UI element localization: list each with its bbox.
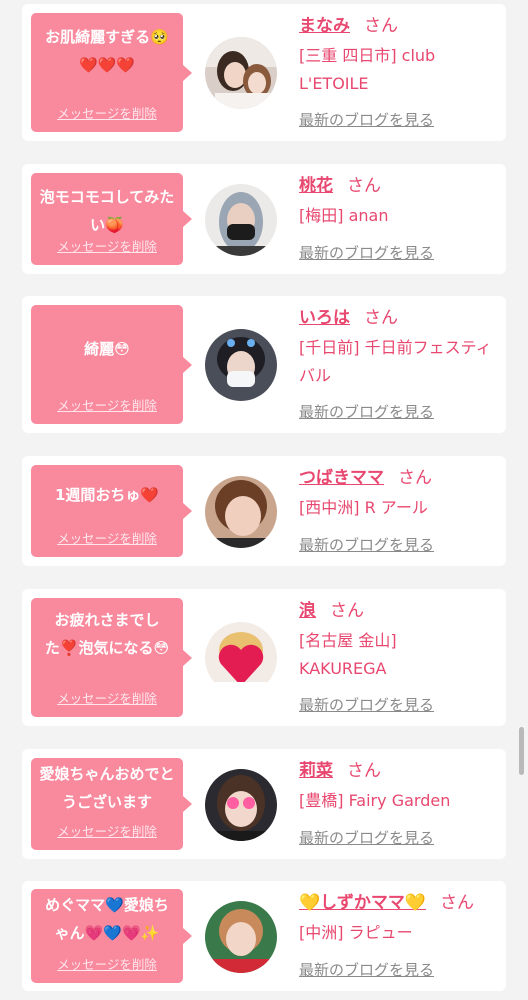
message-bubble: お肌綺麗すぎる🥺❤️❤️❤️ メッセージを削除: [31, 13, 192, 132]
message-card: お肌綺麗すぎる🥺❤️❤️❤️ メッセージを削除 まなみ さん [三重 四日市] c…: [22, 4, 506, 141]
message-text: 1週間おちゅ❤️: [54, 486, 160, 504]
woman-photo-avatar[interactable]: [205, 901, 277, 973]
honorific: さん: [364, 308, 398, 328]
message-card: 泡モコモコしてみたい🍑 メッセージを削除 桃花 さん [梅田] anan 最新のブ…: [22, 164, 506, 274]
message-bubble: 愛娘ちゃんおめでとうございます メッセージを削除: [31, 758, 192, 850]
delete-message-link[interactable]: メッセージを削除: [31, 395, 183, 414]
latest-blog-link[interactable]: 最新のブログを見る: [299, 242, 434, 263]
message-card: 愛娘ちゃんおめでとうございます メッセージを削除 莉菜 さん [豊橋] Fairy…: [22, 749, 506, 859]
shop-info: [梅田] anan: [299, 206, 389, 225]
message-bubble: お疲れさまでした❣️泡気になる😳 メッセージを削除: [31, 598, 192, 717]
cast-name-link[interactable]: つばきママ: [299, 468, 384, 488]
latest-blog-link[interactable]: 最新のブログを見る: [299, 534, 434, 555]
shop-info: [豊橋] Fairy Garden: [299, 791, 451, 810]
shop-info: [中洲] ラピュー: [299, 923, 413, 942]
honorific: さん: [347, 176, 381, 196]
masked-woman-avatar[interactable]: [205, 329, 277, 401]
cast-name-link[interactable]: いろは: [299, 308, 350, 328]
message-card: お疲れさまでした❣️泡気になる😳 メッセージを削除 浪さん [名古屋 金山] K…: [22, 589, 506, 726]
honorific: さん: [364, 16, 398, 36]
latest-blog-link[interactable]: 最新のブログを見る: [299, 694, 434, 715]
message-text: 愛娘ちゃんおめでとうございます: [39, 765, 175, 811]
shop-info: [西中洲] R アール: [299, 498, 428, 517]
message-text: 泡モコモコしてみたい🍑: [39, 188, 175, 234]
cast-name-link[interactable]: 💛しずかママ💛: [299, 893, 426, 913]
latest-blog-link[interactable]: 最新のブログを見る: [299, 959, 434, 980]
message-card: めぐママ💙愛娘ちゃん💗💙💗✨ メッセージを削除 💛しずかママ💛 さん [中洲] ラ…: [22, 881, 506, 991]
message-bubble: めぐママ💙愛娘ちゃん💗💙💗✨ メッセージを削除: [31, 889, 192, 983]
delete-message-link[interactable]: メッセージを削除: [31, 821, 183, 840]
message-card: 綺麗😳 メッセージを削除 いろは さん [千日前] 千日前フェスティバル 最新のブ…: [22, 296, 506, 433]
latest-blog-link[interactable]: 最新のブログを見る: [299, 109, 434, 130]
latest-blog-link[interactable]: 最新のブログを見る: [299, 827, 434, 848]
message-text: お肌綺麗すぎる🥺❤️❤️❤️: [45, 28, 169, 74]
message-text: お疲れさまでした❣️泡気になる😳: [44, 611, 170, 657]
cast-name-link[interactable]: まなみ: [299, 16, 350, 36]
delete-message-link[interactable]: メッセージを削除: [31, 688, 183, 707]
message-bubble: 泡モコモコしてみたい🍑 メッセージを削除: [31, 173, 192, 265]
cast-name-link[interactable]: 桃花: [299, 176, 333, 196]
masked-woman-avatar[interactable]: [205, 184, 277, 256]
woman-photo-avatar[interactable]: [205, 37, 277, 109]
heart-covered-avatar[interactable]: [205, 622, 277, 694]
shop-info: [三重 四日市] club L'ETOILE: [299, 46, 436, 93]
message-text: めぐママ💙愛娘ちゃん💗💙💗✨: [45, 896, 169, 942]
scrollbar[interactable]: [519, 727, 524, 775]
honorific: さん: [330, 601, 364, 621]
woman-photo-avatar[interactable]: [205, 476, 277, 548]
message-bubble: 綺麗😳 メッセージを削除: [31, 305, 192, 424]
shop-info: [名古屋 金山] KAKUREGA: [299, 631, 397, 678]
heart-eyes-avatar[interactable]: [205, 769, 277, 841]
cast-name-link[interactable]: 莉菜: [299, 761, 333, 781]
message-bubble: 1週間おちゅ❤️ メッセージを削除: [31, 465, 192, 557]
cast-name-link[interactable]: 浪: [299, 601, 316, 621]
delete-message-link[interactable]: メッセージを削除: [31, 236, 183, 255]
delete-message-link[interactable]: メッセージを削除: [31, 954, 183, 973]
message-card: 1週間おちゅ❤️ メッセージを削除 つばきママ さん [西中洲] R アール 最新…: [22, 456, 506, 566]
honorific: さん: [398, 468, 432, 488]
shop-info: [千日前] 千日前フェスティバル: [299, 338, 492, 385]
honorific: さん: [440, 893, 474, 913]
delete-message-link[interactable]: メッセージを削除: [31, 103, 183, 122]
latest-blog-link[interactable]: 最新のブログを見る: [299, 401, 434, 422]
honorific: さん: [347, 761, 381, 781]
message-text: 綺麗😳: [84, 340, 130, 358]
delete-message-link[interactable]: メッセージを削除: [31, 528, 183, 547]
